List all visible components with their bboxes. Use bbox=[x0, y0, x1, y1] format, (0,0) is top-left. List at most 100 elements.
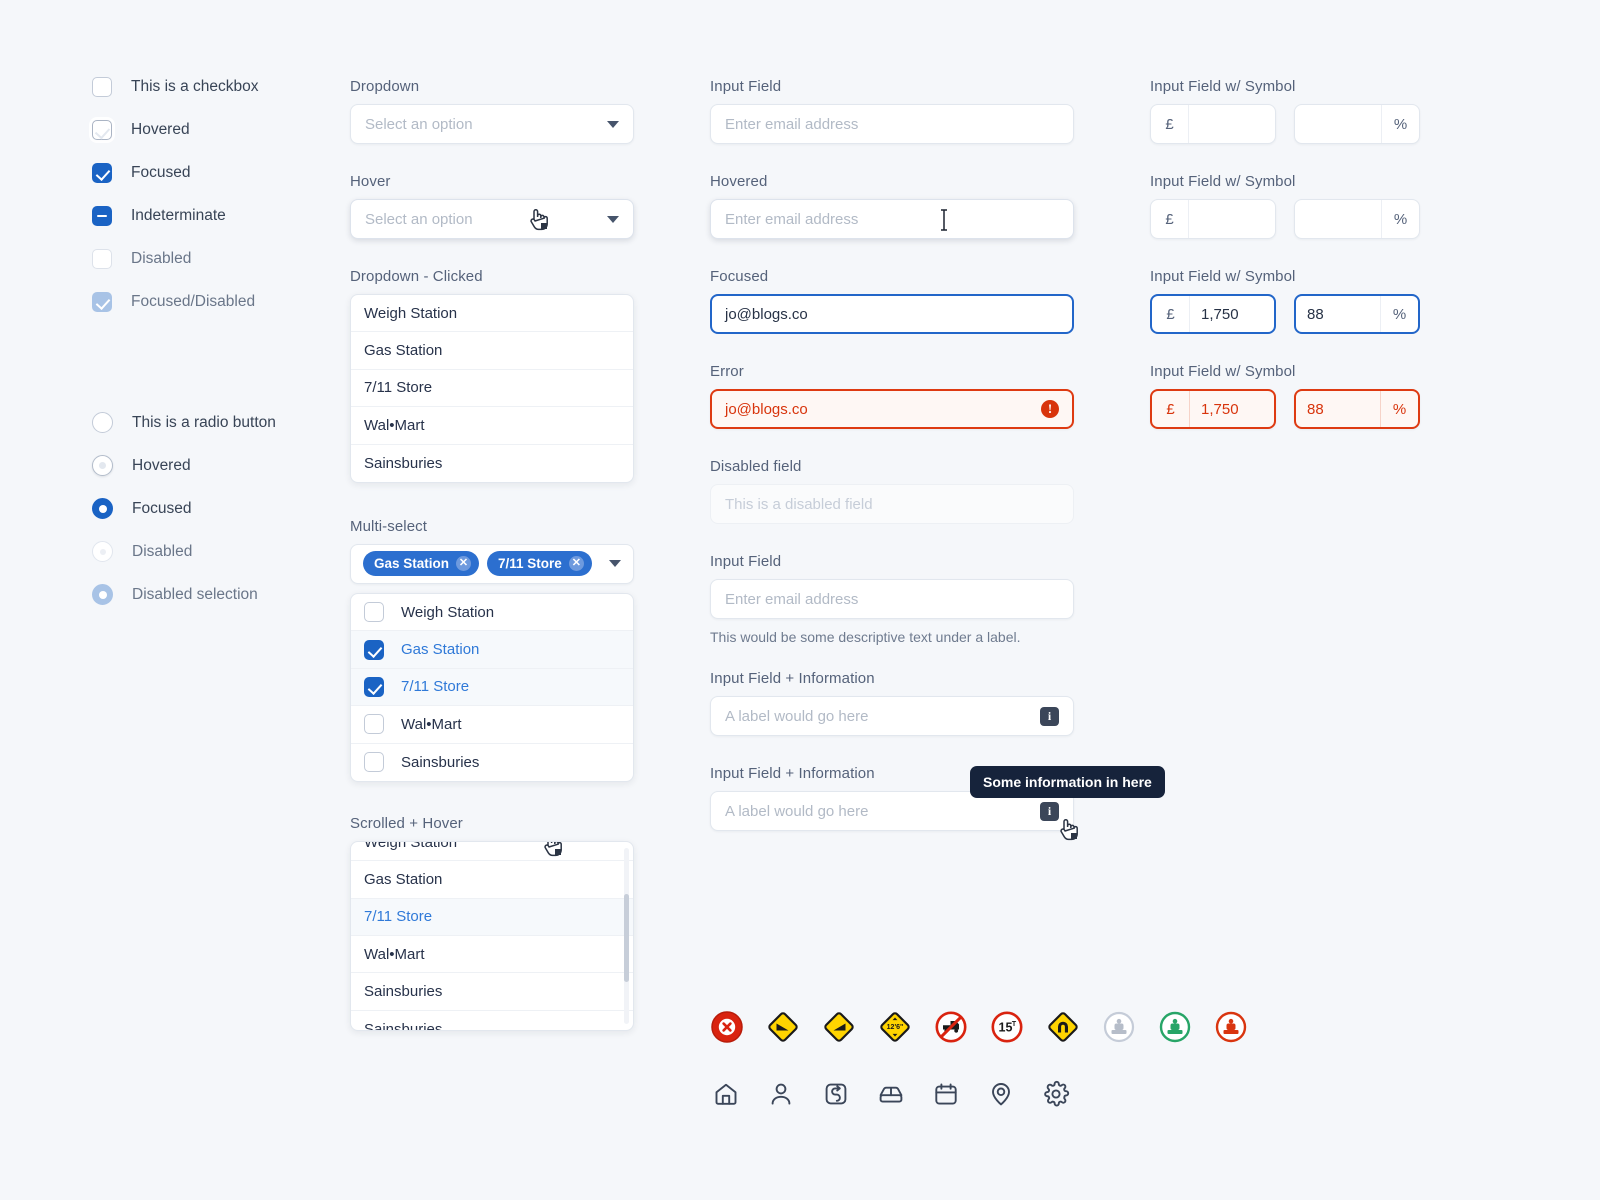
list-item[interactable]: Gas Station bbox=[351, 631, 633, 669]
chip-remove-icon[interactable]: ✕ bbox=[568, 556, 584, 572]
calendar-icon[interactable] bbox=[930, 1078, 962, 1110]
percent-value[interactable] bbox=[1295, 200, 1381, 238]
percent-value[interactable] bbox=[1295, 105, 1381, 143]
currency-field[interactable]: £ bbox=[1150, 199, 1276, 239]
tunnel-sign-icon[interactable] bbox=[1044, 1008, 1081, 1045]
symbol-row-1-label: Input Field w/ Symbol bbox=[1150, 78, 1296, 95]
dropdown-clicked-list[interactable]: Weigh Station Gas Station 7/11 Store Wal… bbox=[350, 294, 634, 483]
page-root: This is a checkbox Hovered Focused Indet… bbox=[0, 0, 1600, 1200]
list-item[interactable]: Sainsburies bbox=[351, 973, 633, 1011]
input-info1[interactable]: A label would go here i bbox=[710, 696, 1074, 736]
checkbox-row-indeterminate[interactable]: Indeterminate bbox=[92, 199, 332, 232]
list-item[interactable]: Wal•Mart bbox=[351, 936, 633, 974]
currency-field-focused[interactable]: £ 1,750 bbox=[1150, 294, 1276, 334]
chip-gas-station[interactable]: Gas Station ✕ bbox=[363, 551, 480, 577]
radio-row-default[interactable]: This is a radio button bbox=[92, 406, 332, 439]
list-item[interactable]: Gas Station bbox=[351, 332, 633, 370]
weigh-station-grey-icon[interactable] bbox=[1100, 1008, 1137, 1045]
chip-remove-icon[interactable]: ✕ bbox=[456, 556, 472, 572]
dropdown-basic[interactable]: Select an option bbox=[350, 104, 634, 144]
radio-icon-default[interactable] bbox=[92, 412, 113, 433]
steep-hill-sign-icon[interactable] bbox=[764, 1008, 801, 1045]
multiselect-control[interactable]: Gas Station ✕ 7/11 Store ✕ bbox=[350, 543, 634, 584]
list-item[interactable]: 7/11 Store bbox=[351, 668, 633, 707]
no-entry-sign-icon[interactable] bbox=[708, 1008, 745, 1045]
checkbox-row-disabled: Disabled bbox=[92, 242, 332, 275]
symbol-row-4-group: Input Field w/ Symbol £ 1,750 88 % bbox=[1150, 363, 1450, 429]
dropdown-hover-placeholder: Select an option bbox=[365, 210, 473, 228]
list-item[interactable]: Weigh Station bbox=[351, 295, 633, 333]
list-item[interactable]: Weigh Station bbox=[351, 594, 633, 632]
list-item[interactable]: Wal•Mart bbox=[351, 407, 633, 445]
truck-icon[interactable] bbox=[875, 1078, 907, 1110]
checkbox-icon-checked[interactable] bbox=[364, 676, 384, 697]
info-icon[interactable]: i bbox=[1040, 706, 1059, 726]
list-item-hovered[interactable]: 7/11 Store bbox=[351, 841, 633, 937]
currency-field-error[interactable]: £ 1,750 bbox=[1150, 389, 1276, 429]
radio-row-hovered[interactable]: Hovered bbox=[92, 449, 332, 482]
currency-value[interactable]: 1,750 bbox=[1190, 391, 1274, 427]
currency-value[interactable] bbox=[1189, 105, 1275, 143]
gear-icon[interactable] bbox=[1040, 1078, 1072, 1110]
scrolled-list-inner: Weigh Station Gas Station 7/11 Store Wal… bbox=[351, 841, 633, 1030]
checkbox-icon[interactable] bbox=[364, 714, 384, 735]
weigh-station-green-icon[interactable] bbox=[1156, 1008, 1193, 1045]
scrolled-dropdown-list[interactable]: Weigh Station Gas Station 7/11 Store Wal… bbox=[350, 840, 634, 1031]
currency-symbol: £ bbox=[1151, 105, 1189, 143]
input-error[interactable]: jo@blogs.co ! bbox=[710, 389, 1074, 429]
list-item[interactable]: 7/11 Store bbox=[351, 370, 633, 408]
scrollbar-thumb[interactable] bbox=[624, 893, 629, 982]
list-item[interactable]: Sainsburies bbox=[351, 744, 633, 781]
symbol-input-column: Input Field w/ Symbol £ % Input Field w/… bbox=[1150, 78, 1450, 429]
low-clearance-12-6-sign-icon[interactable]: 12'6" bbox=[876, 1008, 913, 1045]
checkbox-icon-indeterminate[interactable] bbox=[92, 205, 112, 226]
list-item[interactable]: Wal•Mart bbox=[351, 706, 633, 744]
info-icon[interactable]: i bbox=[1040, 801, 1059, 821]
checkbox-row-hovered[interactable]: Hovered bbox=[92, 113, 332, 146]
checkbox-icon-checked[interactable] bbox=[92, 162, 112, 183]
percent-value[interactable]: 88 bbox=[1296, 391, 1380, 427]
list-item[interactable]: Gas Station bbox=[351, 861, 633, 899]
steep-descent-sign-icon[interactable] bbox=[820, 1008, 857, 1045]
percent-value[interactable]: 88 bbox=[1296, 296, 1380, 332]
percent-field[interactable]: % bbox=[1294, 199, 1420, 239]
input-helper[interactable]: Enter email address bbox=[710, 579, 1074, 619]
multiselect-chips: Gas Station ✕ 7/11 Store ✕ bbox=[363, 551, 592, 577]
radio-icon-hovered[interactable] bbox=[92, 455, 113, 476]
currency-value[interactable]: 1,750 bbox=[1190, 296, 1274, 332]
route-icon[interactable] bbox=[820, 1078, 852, 1110]
home-icon[interactable] bbox=[710, 1078, 742, 1110]
percent-field[interactable]: % bbox=[1294, 104, 1420, 144]
multiselect-options-list[interactable]: Weigh Station Gas Station 7/11 Store Wal… bbox=[350, 592, 634, 782]
list-item-label: Sainsburies bbox=[401, 753, 480, 771]
weigh-station-red-icon[interactable] bbox=[1212, 1008, 1249, 1045]
list-item[interactable]: Weigh Station bbox=[351, 842, 633, 862]
radio-row-focused[interactable]: Focused bbox=[92, 492, 332, 525]
dropdown-hover[interactable]: Select an option bbox=[350, 199, 634, 239]
currency-field[interactable]: £ bbox=[1150, 104, 1276, 144]
user-icon[interactable] bbox=[765, 1078, 797, 1110]
checkbox-icon-checked[interactable] bbox=[364, 639, 384, 660]
checkbox-icon-default[interactable] bbox=[92, 76, 112, 97]
currency-value[interactable] bbox=[1189, 200, 1275, 238]
location-pin-icon[interactable] bbox=[985, 1078, 1017, 1110]
input-info1-group: Input Field + Information A label would … bbox=[710, 670, 1074, 736]
no-trucks-sign-icon[interactable] bbox=[932, 1008, 969, 1045]
weight-limit-15t-sign-icon[interactable]: 15 T bbox=[988, 1008, 1025, 1045]
input-focused[interactable]: jo@blogs.co bbox=[710, 294, 1074, 334]
list-item[interactable]: Sainsburies bbox=[351, 445, 633, 482]
chip-711-store[interactable]: 7/11 Store ✕ bbox=[487, 551, 592, 577]
checkbox-icon-hovered[interactable] bbox=[92, 119, 112, 140]
checkbox-row-default[interactable]: This is a checkbox bbox=[92, 70, 332, 103]
radio-icon-selected[interactable] bbox=[92, 498, 113, 519]
input-disabled-placeholder: This is a disabled field bbox=[725, 495, 873, 513]
percent-field-focused[interactable]: 88 % bbox=[1294, 294, 1420, 334]
list-item[interactable]: Sainsburies bbox=[351, 1011, 633, 1030]
input-hovered[interactable]: Enter email address bbox=[710, 199, 1074, 239]
input-info1-placeholder: A label would go here bbox=[725, 707, 869, 725]
input-basic[interactable]: Enter email address bbox=[710, 104, 1074, 144]
checkbox-row-focused[interactable]: Focused bbox=[92, 156, 332, 189]
checkbox-icon[interactable] bbox=[364, 602, 384, 623]
percent-field-error[interactable]: 88 % bbox=[1294, 389, 1420, 429]
checkbox-icon[interactable] bbox=[364, 752, 384, 773]
